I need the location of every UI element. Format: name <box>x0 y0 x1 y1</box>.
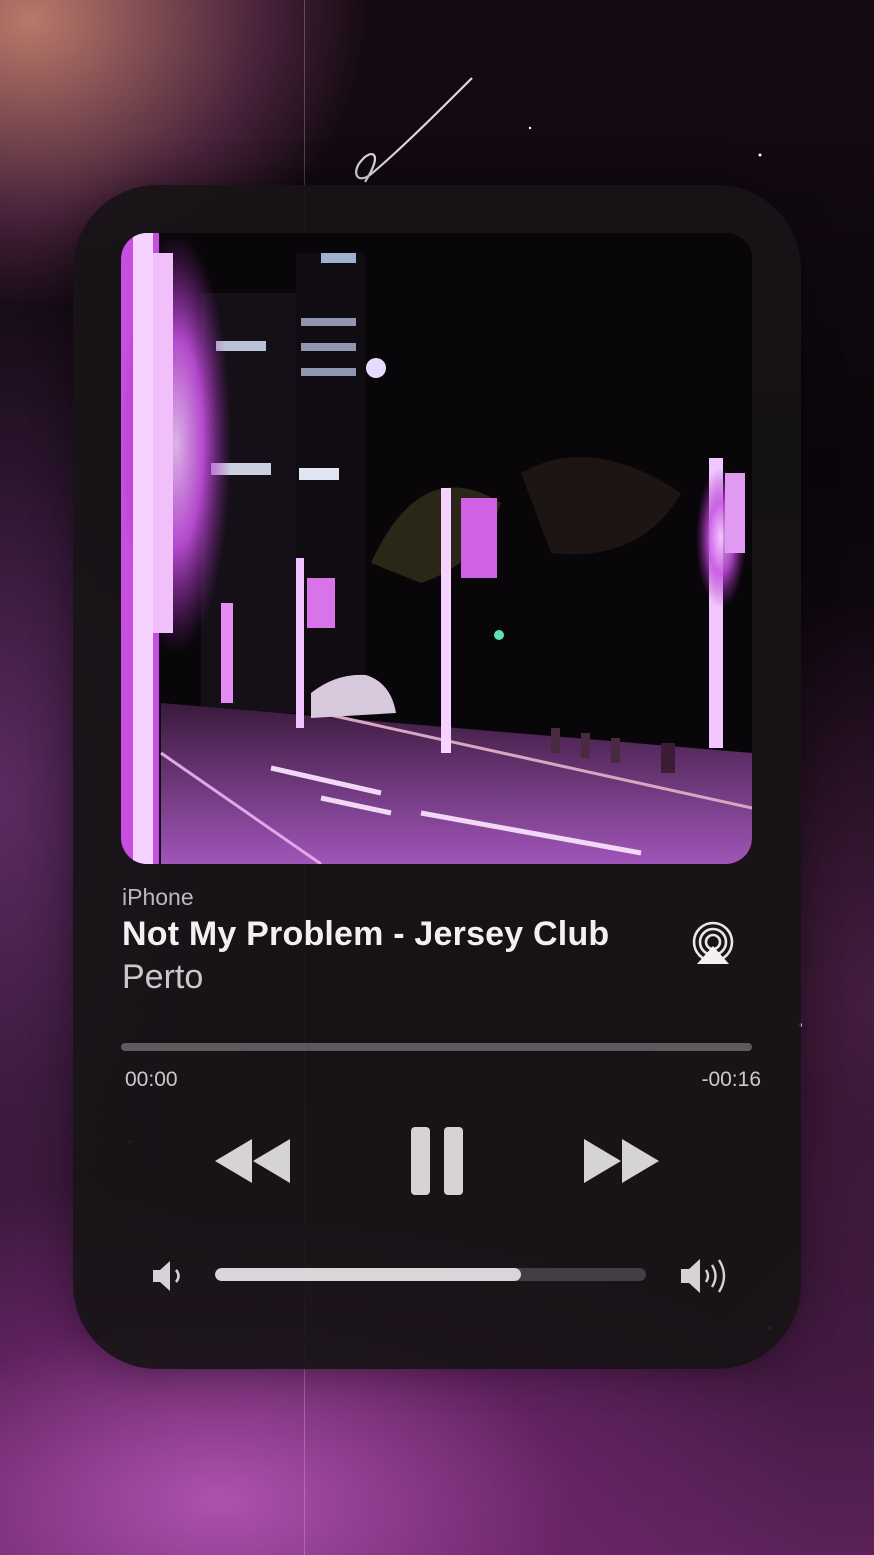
airplay-icon[interactable] <box>690 920 736 966</box>
volume-high-icon <box>678 1256 734 1296</box>
remaining-time: -00:16 <box>701 1068 761 1091</box>
volume-low-icon <box>150 1258 188 1294</box>
fast-forward-button[interactable] <box>580 1136 662 1186</box>
output-device-label: iPhone <box>122 884 194 910</box>
elapsed-time: 00:00 <box>125 1068 178 1091</box>
pause-button[interactable] <box>408 1124 466 1198</box>
rewind-icon <box>215 1139 290 1183</box>
album-artwork <box>121 233 752 864</box>
track-title: Not My Problem - Jersey Club <box>122 915 610 953</box>
track-artist: Perto <box>122 958 204 996</box>
pause-icon <box>411 1127 463 1195</box>
playback-progress-bar[interactable] <box>121 1043 752 1051</box>
fast-forward-icon <box>584 1139 659 1183</box>
volume-slider[interactable] <box>215 1268 646 1281</box>
volume-level-fill <box>215 1268 521 1281</box>
rewind-button[interactable] <box>212 1136 294 1186</box>
